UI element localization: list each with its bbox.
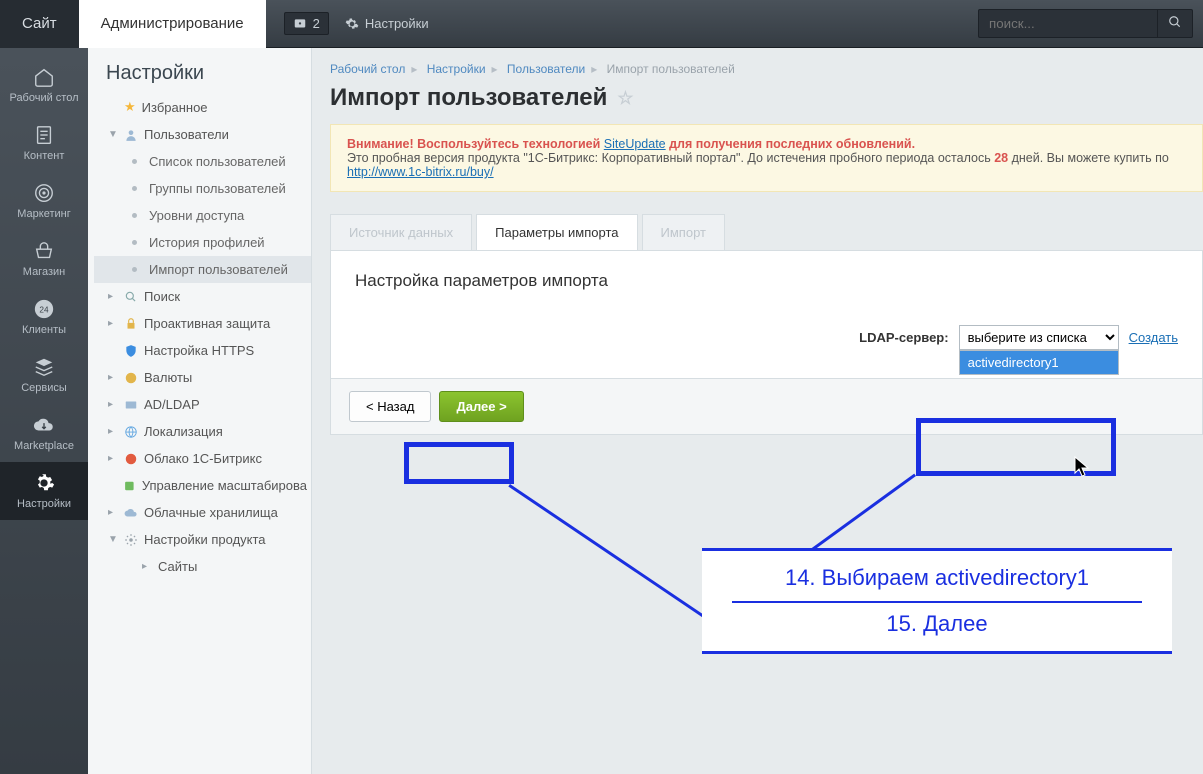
crumb-2[interactable]: Пользователи [507,62,585,76]
lock-icon [124,317,138,331]
tabs: Источник данных Параметры импорта Импорт [330,214,1203,250]
pane-heading: Настройка параметров импорта [355,271,1178,291]
tab-import[interactable]: Импорт [642,214,725,250]
notification-badge[interactable]: 2 [284,12,329,35]
nav-marketplace[interactable]: Marketplace [0,404,88,462]
gear2-icon [124,533,138,547]
tab-admin[interactable]: Администрирование [79,0,266,48]
gear-icon [32,472,56,494]
nav-services[interactable]: Сервисы [0,346,88,404]
home-icon [31,66,57,88]
nav-clients[interactable]: 24Клиенты [0,288,88,346]
document-icon [32,124,56,146]
cloud-icon [31,414,57,436]
globe-icon [124,425,138,439]
annotation-14-15: 14. Выбираем activedirectory1 15. Далее [702,548,1172,654]
tree-users-access[interactable]: Уровни доступа [94,202,311,229]
crumb-0[interactable]: Рабочий стол [330,62,405,76]
warning-box: Внимание! Воспользуйтесь технологией Sit… [330,124,1203,192]
notification-icon [293,17,307,31]
ldap-label: LDAP-сервер: [859,330,948,345]
tab-source[interactable]: Источник данных [330,214,472,250]
ldap-dropdown: activedirectory1 [959,350,1119,375]
tab-params[interactable]: Параметры импорта [476,214,637,250]
stack-icon [32,356,56,378]
back-button[interactable]: < Назад [349,391,431,422]
nav-marketing[interactable]: Маркетинг [0,172,88,230]
page-title: Импорт пользователей☆ [330,84,1203,112]
main-content: Рабочий стол▸ Настройки▸ Пользователи▸ И… [312,48,1203,774]
crumb-3: Импорт пользователей [607,62,735,76]
tree-users[interactable]: ▼Пользователи [94,121,311,148]
buy-link[interactable]: http://www.1c-bitrix.ru/buy/ [347,165,494,179]
card-icon [124,398,138,412]
search-icon [1168,15,1182,29]
tree-currency[interactable]: ▸Валюты [94,364,311,391]
svg-text:24: 24 [39,306,49,315]
tree-search[interactable]: ▸Поиск [94,283,311,310]
tree-users-groups[interactable]: Группы пользователей [94,175,311,202]
tree-cloud[interactable]: ▸Облако 1С-Битрикс [94,445,311,472]
siteupdate-link[interactable]: SiteUpdate [604,137,666,151]
breadcrumb: Рабочий стол▸ Настройки▸ Пользователи▸ И… [330,62,1203,76]
gear-icon [345,17,359,31]
clock-icon: 24 [32,298,56,320]
cursor-icon [1074,456,1092,478]
button-row: < Назад Далее > [330,379,1203,435]
search-button[interactable] [1158,9,1193,38]
shield-icon [124,344,138,358]
tab-site[interactable]: Сайт [0,0,79,48]
coin-icon [124,371,138,385]
next-button[interactable]: Далее > [439,391,523,422]
nav-tree: Настройки ★Избранное ▼Пользователи Списо… [88,48,312,774]
cloud2-icon [124,506,138,520]
highlight-next [404,442,514,484]
tree-users-list[interactable]: Список пользователей [94,148,311,175]
tree-local[interactable]: ▸Локализация [94,418,311,445]
magnifier-icon [124,290,138,304]
tree-https[interactable]: Настройка HTTPS [94,337,311,364]
tab-pane: Настройка параметров импорта LDAP-сервер… [330,250,1203,379]
user-icon [124,128,138,142]
scale-icon [123,479,136,493]
tree-prodset[interactable]: ▼Настройки продукта [94,526,311,553]
tree-favorites[interactable]: ★Избранное [94,93,311,121]
ldap-select[interactable]: выберите из списка [959,325,1119,350]
tree-users-history[interactable]: История профилей [94,229,311,256]
favorite-star-icon[interactable]: ☆ [617,88,633,109]
iconbar: Рабочий стол Контент Маркетинг Магазин 2… [0,48,88,774]
tree-adldap[interactable]: ▸AD/LDAP [94,391,311,418]
target-icon [32,182,56,204]
tree-scale[interactable]: Управление масштабирова [94,472,311,499]
nav-desk[interactable]: Рабочий стол [0,56,88,114]
basket-icon [31,240,57,262]
create-link[interactable]: Создать [1129,330,1178,345]
tree-title: Настройки [94,62,311,93]
topbar: Сайт Администрирование 2 Настройки [0,0,1203,48]
nav-shop[interactable]: Магазин [0,230,88,288]
nav-settings[interactable]: Настройки [0,462,88,520]
top-search [978,9,1193,38]
bitrix-icon [124,452,138,466]
top-settings[interactable]: Настройки [345,16,429,31]
nav-content[interactable]: Контент [0,114,88,172]
tree-sites[interactable]: ▸Сайты [94,553,311,580]
search-input[interactable] [978,9,1158,38]
ldap-option-ad1[interactable]: activedirectory1 [960,351,1118,374]
crumb-1[interactable]: Настройки [427,62,486,76]
tree-cloudstore[interactable]: ▸Облачные хранилища [94,499,311,526]
tree-users-import[interactable]: Импорт пользователей [94,256,311,283]
tree-proactive[interactable]: ▸Проактивная защита [94,310,311,337]
